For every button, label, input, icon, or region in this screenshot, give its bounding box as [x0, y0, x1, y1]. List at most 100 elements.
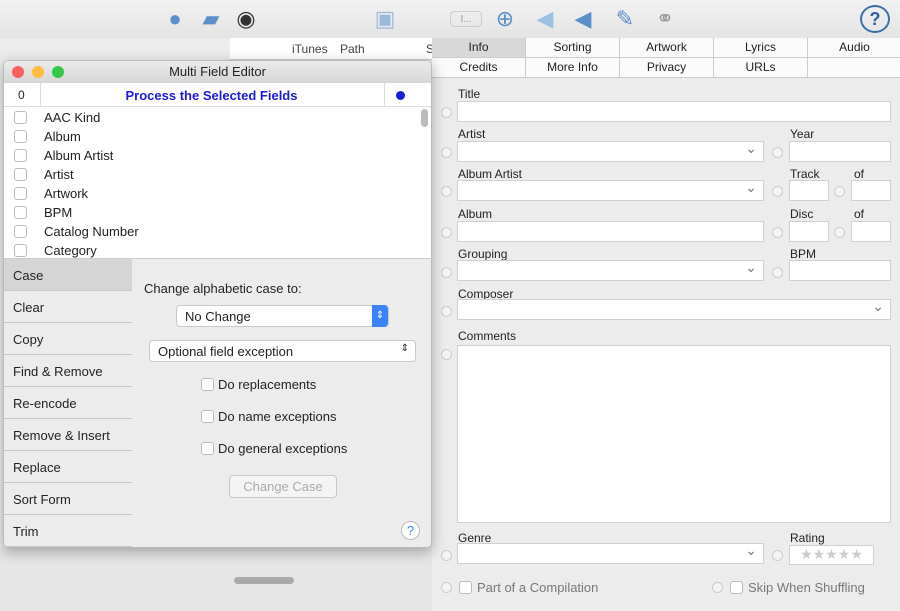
sidebar-item-replace[interactable]: Replace: [4, 451, 132, 483]
sidebar-item-re-encode[interactable]: Re-encode: [4, 387, 132, 419]
horizontal-scrollbar[interactable]: [234, 577, 294, 584]
artist-radio[interactable]: [441, 147, 452, 158]
process-button[interactable]: Process the Selected Fields: [4, 88, 419, 103]
column-path[interactable]: Path: [340, 42, 365, 56]
album-artist-label: Album Artist: [458, 167, 523, 181]
composer-radio[interactable]: [441, 306, 452, 317]
field-label: Category: [44, 243, 97, 258]
help-button[interactable]: ?: [401, 521, 420, 540]
bpm-label: BPM: [790, 247, 817, 261]
tab-privacy[interactable]: Privacy: [620, 58, 714, 78]
zoom-button[interactable]: [52, 66, 64, 78]
do-general-exceptions-checkbox[interactable]: [201, 442, 214, 455]
disc-radio[interactable]: [772, 227, 783, 238]
tab-audio[interactable]: Audio: [808, 38, 900, 58]
title-radio[interactable]: [441, 107, 452, 118]
album-artist-combo[interactable]: [457, 179, 764, 201]
skip-checkbox[interactable]: [730, 581, 743, 594]
close-button[interactable]: [12, 66, 24, 78]
tab-info[interactable]: Info: [432, 38, 526, 58]
checkbox[interactable]: [14, 206, 27, 219]
comments-radio[interactable]: [441, 349, 452, 360]
do-replacements-checkbox[interactable]: [201, 378, 214, 391]
rating-stars[interactable]: ★★★★★: [789, 545, 874, 565]
skip-label: Skip When Shuffling: [748, 580, 865, 595]
disc-total-field[interactable]: [851, 221, 891, 242]
change-case-button[interactable]: Change Case: [229, 475, 337, 498]
tab-sorting[interactable]: Sorting: [526, 38, 620, 58]
grouping-combo[interactable]: [457, 259, 764, 281]
track-total-radio[interactable]: [834, 186, 845, 197]
sidebar-item-remove-insert[interactable]: Remove & Insert: [4, 419, 132, 451]
sidebar-item-trim[interactable]: Trim: [4, 515, 132, 547]
case-select[interactable]: No Change ⇕: [176, 305, 389, 327]
year-radio[interactable]: [772, 147, 783, 158]
tab-empty: [808, 58, 900, 78]
sidebar-item-clear[interactable]: Clear: [4, 291, 132, 323]
checkbox[interactable]: [14, 111, 27, 124]
track-field[interactable]: [789, 180, 829, 201]
comments-textarea[interactable]: [457, 345, 891, 523]
field-icon[interactable]: I...: [450, 11, 482, 27]
globe-icon[interactable]: ●: [160, 5, 190, 33]
exception-select[interactable]: Optional field exception ⇕: [149, 340, 416, 362]
track-list-area: [0, 548, 432, 611]
grouping-label: Grouping: [458, 247, 508, 261]
tab-credits[interactable]: Credits: [432, 58, 526, 78]
minimize-button[interactable]: [32, 66, 44, 78]
list-scrollbar[interactable]: [421, 109, 428, 127]
disc-total-radio[interactable]: [834, 227, 845, 238]
bpm-field[interactable]: [789, 260, 891, 281]
sidebar-item-find-remove[interactable]: Find & Remove: [4, 355, 132, 387]
track-label: Track: [790, 167, 820, 181]
track-total-field[interactable]: [851, 180, 891, 201]
composer-combo[interactable]: [457, 298, 891, 320]
help-icon[interactable]: ?: [860, 5, 890, 33]
link-icon[interactable]: ⚭: [650, 5, 680, 33]
album-field[interactable]: [457, 221, 764, 242]
track-of-label: of: [854, 167, 865, 181]
checkbox[interactable]: [14, 225, 27, 238]
sidebar-item-copy[interactable]: Copy: [4, 323, 132, 355]
save-icon[interactable]: ▣: [370, 5, 400, 33]
compilation-checkbox[interactable]: [459, 581, 472, 594]
column-itunes[interactable]: iTunes: [292, 42, 328, 56]
megaphone-icon[interactable]: ◀: [530, 5, 560, 33]
album-artist-radio[interactable]: [441, 186, 452, 197]
genre-radio[interactable]: [441, 550, 452, 561]
megaphone-edit-icon[interactable]: ◀: [568, 5, 598, 33]
zoom-icon[interactable]: ⊕: [490, 5, 520, 33]
dialog-titlebar: Multi Field Editor: [4, 61, 431, 83]
album-label: Album: [458, 207, 493, 221]
checkbox[interactable]: [14, 187, 27, 200]
dialog-title: Multi Field Editor: [169, 64, 266, 79]
checkbox[interactable]: [14, 149, 27, 162]
grouping-radio[interactable]: [441, 267, 452, 278]
title-field[interactable]: [457, 101, 891, 122]
sidebar-item-case[interactable]: Case: [4, 259, 132, 291]
multi-field-editor-dialog: Multi Field Editor 0 Process the Selecte…: [3, 60, 432, 548]
sidebar-item-sort-form[interactable]: Sort Form: [4, 483, 132, 515]
checkbox[interactable]: [14, 244, 27, 257]
rating-radio[interactable]: [772, 550, 783, 561]
do-name-exceptions-checkbox[interactable]: [201, 410, 214, 423]
artist-combo[interactable]: [457, 140, 764, 162]
folder-icon[interactable]: ▰: [196, 5, 226, 33]
year-field[interactable]: [789, 141, 891, 162]
genre-combo[interactable]: [457, 542, 764, 564]
album-radio[interactable]: [441, 227, 452, 238]
field-list: AAC Kind Album Album Artist Artist Artwo…: [4, 107, 431, 259]
tab-artwork[interactable]: Artwork: [620, 38, 714, 58]
checkbox[interactable]: [14, 168, 27, 181]
disc-field[interactable]: [789, 221, 829, 242]
checkbox[interactable]: [14, 130, 27, 143]
pencil-icon[interactable]: ✎: [610, 5, 640, 33]
tab-lyrics[interactable]: Lyrics: [714, 38, 808, 58]
skip-radio[interactable]: [712, 582, 723, 593]
tab-urls[interactable]: URLs: [714, 58, 808, 78]
cd-icon[interactable]: ◉: [231, 5, 261, 33]
compilation-radio[interactable]: [441, 582, 452, 593]
tab-more-info[interactable]: More Info: [526, 58, 620, 78]
bpm-radio[interactable]: [772, 267, 783, 278]
track-radio[interactable]: [772, 186, 783, 197]
